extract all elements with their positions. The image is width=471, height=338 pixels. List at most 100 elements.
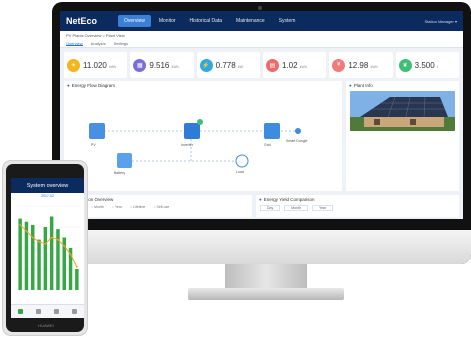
plant-photo [350, 91, 455, 131]
option-self-use[interactable]: Self-use [153, 205, 169, 209]
phone-bezel: System overview 2017-02 [6, 164, 84, 332]
plant-info-panel: Plant Info [346, 81, 459, 191]
chart-line-point [69, 253, 72, 256]
phone-subtitle[interactable]: 2017-02 [11, 193, 84, 200]
node-label-inverter: Inverter [181, 143, 193, 147]
yield-comparison-panel: Energy Yield Comparison Day Month Year [256, 195, 459, 217]
kpi-card: ¥ 12.98 kWh [329, 52, 393, 78]
yield-tab-year[interactable]: Year [311, 205, 334, 211]
top-nav-bar: NetEco Overview Monitor Historical Data … [60, 11, 463, 31]
kpi-card: ▤ 1.02 kWh [262, 52, 327, 78]
chart-line-point [63, 245, 66, 247]
kpi-unit: kWh [171, 64, 179, 69]
node-label-battery: Battery [114, 171, 126, 175]
phone-tab-device-icon[interactable] [35, 309, 41, 314]
nav-tab-system[interactable]: System [273, 15, 302, 27]
sun-icon: ☀ [67, 58, 80, 72]
chart-line-point [19, 224, 22, 226]
main-nav: Overview Monitor Historical Data Mainten… [118, 15, 301, 27]
inverter-node-icon[interactable] [184, 123, 200, 139]
dongle-node-icon[interactable] [295, 128, 301, 134]
camera-dot [258, 6, 262, 10]
chart-line-point [44, 242, 47, 245]
chart-bar[interactable] [56, 229, 60, 290]
option-month[interactable]: Month [91, 205, 104, 209]
kpi-value: 11.020 [83, 60, 107, 70]
phone-tab-me-icon[interactable] [72, 309, 78, 314]
grid-node-icon[interactable] [264, 123, 280, 139]
chart-line-point [38, 240, 40, 243]
kpi-unit: kWh [370, 64, 378, 69]
sub-tabs: Overview Analysis Settings [60, 40, 463, 48]
production-title: Production Overview [64, 195, 252, 204]
chart-bar[interactable] [49, 216, 54, 291]
node-label-pv: PV [91, 143, 96, 147]
nav-tab-overview[interactable]: Overview [118, 15, 151, 27]
kpi-card: ⚡ 0.778 kW [196, 52, 260, 78]
breadcrumb: PV Plants Overview > Plant View [60, 31, 463, 40]
node-label-load: Load [236, 170, 244, 174]
app-logo: NetEco [66, 16, 98, 26]
yield-tabs: Day Month Year [256, 204, 459, 212]
chart-line-point [57, 238, 59, 241]
user-menu[interactable]: Station Manager ▾ [425, 19, 457, 24]
node-label-grid: Grid [264, 143, 271, 147]
chart-line-point [31, 236, 34, 239]
phone-tab-alarm-icon[interactable] [54, 309, 60, 314]
monitor-chin [52, 230, 471, 264]
kpi-value: 9.516 [149, 60, 170, 70]
option-year[interactable]: Year [112, 205, 122, 209]
chart-bar[interactable] [37, 239, 41, 290]
chart-line-point [50, 236, 53, 239]
pv-node-icon[interactable] [89, 123, 105, 139]
phone-brand: HUAWEI [38, 323, 54, 328]
chart-bar[interactable] [18, 218, 22, 290]
kpi-card: ☀ 11.020 kWh [64, 52, 128, 78]
phone-tab-bar [11, 304, 84, 318]
phone-title: System overview [11, 178, 84, 193]
kpi-unit: t [436, 64, 438, 69]
chart-line-point [25, 230, 28, 233]
kpi-unit: kWh [109, 64, 117, 69]
load-node-icon[interactable] [235, 154, 249, 168]
kpi-card: ▦ 9.516 kWh [130, 52, 194, 78]
phone-screen: System overview 2017-02 [11, 178, 84, 318]
yield-tab-month[interactable]: Month [284, 205, 308, 211]
kpi-value: 3.500 [414, 60, 435, 70]
yield-tab-day[interactable]: Day [260, 205, 281, 211]
subtab-settings[interactable]: Settings [114, 41, 128, 46]
monitor-screen: NetEco Overview Monitor Historical Data … [60, 11, 463, 219]
leaf-icon: ❦ [398, 58, 412, 72]
power-icon: ⚡ [199, 58, 213, 72]
production-options: Daily Month Year Lifetime Self-use [64, 204, 252, 210]
production-panel: Production Overview Daily Month Year Lif… [64, 195, 252, 217]
chart-line-point [75, 266, 78, 268]
monitor-stand-base [188, 288, 344, 300]
chart-bar[interactable] [75, 269, 79, 290]
kpi-unit: kWh [299, 64, 307, 69]
kpi-unit: kW [237, 64, 243, 69]
battery-node-icon[interactable] [117, 153, 132, 168]
subtab-analysis[interactable]: Analysis [91, 41, 106, 46]
option-lifetime[interactable]: Lifetime [130, 205, 145, 209]
subtab-overview[interactable]: Overview [66, 41, 83, 46]
status-ok-icon [197, 119, 203, 125]
node-label-dongle: Smart Dongle [286, 139, 308, 143]
coin-icon: ¥ [332, 58, 346, 72]
meter-icon: ▤ [265, 58, 279, 72]
kpi-value: 1.02 [281, 60, 298, 70]
phone-tab-home-icon[interactable] [17, 309, 23, 314]
energy-flow-panel: Energy Flow Diagram PV Inverter Grid Loa… [64, 81, 342, 191]
nav-tab-maintenance[interactable]: Maintenance [230, 15, 271, 27]
kpi-value: 0.778 [215, 60, 236, 70]
nav-tab-monitor[interactable]: Monitor [153, 15, 182, 27]
kpi-card: ❦ 3.500 t [395, 52, 459, 78]
plant-info-title: Plant Info [346, 81, 459, 90]
yield-title: Energy Yield Comparison [256, 195, 459, 204]
chart-bar[interactable] [31, 224, 35, 290]
kpi-value: 12.98 [348, 60, 369, 70]
chart-bar[interactable] [43, 227, 48, 290]
phone-chart [17, 205, 80, 291]
phone-frame: System overview 2017-02 HUAWEI [2, 160, 88, 336]
nav-tab-historical-data[interactable]: Historical Data [184, 15, 229, 27]
